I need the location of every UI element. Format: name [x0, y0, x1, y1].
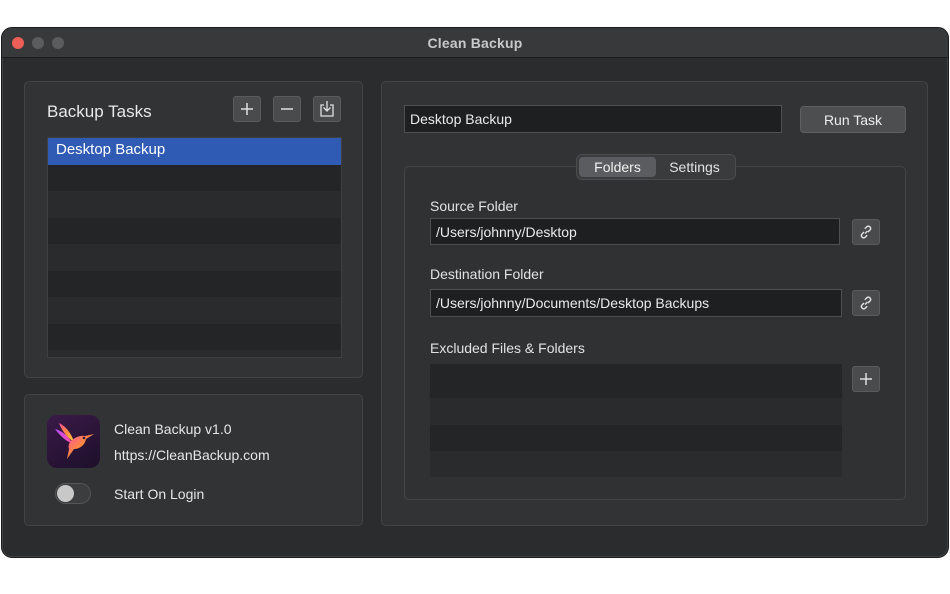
import-icon [320, 101, 334, 117]
task-list-empty-row [48, 164, 341, 191]
zoom-window-button[interactable] [52, 37, 64, 49]
task-list-empty-row [48, 270, 341, 297]
app-logo [47, 415, 100, 468]
hummingbird-icon [55, 423, 94, 459]
task-list-empty-row [48, 191, 341, 218]
source-folder-input[interactable] [430, 218, 840, 245]
plus-icon [860, 373, 872, 385]
task-list-empty-row [48, 217, 341, 244]
tab-folders[interactable]: Folders [579, 157, 656, 177]
excluded-list-empty-row [430, 364, 842, 398]
add-task-button[interactable] [233, 96, 261, 122]
window-title: Clean Backup [427, 34, 523, 51]
link-icon [860, 225, 872, 239]
excluded-list-empty-row [430, 424, 842, 451]
close-window-button[interactable] [12, 37, 24, 49]
backup-tasks-panel: Backup Tasks Desktop Backup [24, 81, 363, 378]
task-list-item[interactable]: Desktop Backup [48, 138, 341, 165]
toggle-knob [57, 485, 74, 502]
app-website-link[interactable]: https://CleanBackup.com [114, 447, 270, 463]
excluded-items-label: Excluded Files & Folders [430, 340, 585, 356]
task-list[interactable]: Desktop Backup [47, 137, 342, 358]
add-excluded-item-button[interactable] [852, 366, 880, 392]
tab-settings[interactable]: Settings [656, 157, 733, 177]
minimize-window-button[interactable] [32, 37, 44, 49]
task-list-empty-row [48, 244, 341, 271]
excluded-items-list[interactable] [430, 364, 842, 477]
backup-tasks-heading: Backup Tasks [47, 102, 152, 121]
title-bar[interactable]: Clean Backup [2, 28, 948, 58]
import-task-button[interactable] [313, 96, 341, 122]
choose-source-button[interactable] [852, 219, 880, 245]
tab-switcher: Folders Settings [576, 154, 736, 180]
app-window: Clean Backup Backup Tasks Desktop Backup [1, 27, 949, 558]
run-task-button[interactable]: Run Task [800, 106, 906, 133]
start-on-login-toggle[interactable] [55, 483, 91, 504]
about-panel: Clean Backup v1.0 https://CleanBackup.co… [24, 394, 363, 526]
task-list-empty-row [48, 297, 341, 324]
minus-icon [281, 108, 293, 110]
task-list-empty-row [48, 323, 341, 350]
task-detail-panel: Run Task Folders Settings Source Folder … [381, 81, 928, 526]
link-icon [860, 296, 872, 310]
choose-destination-button[interactable] [852, 290, 880, 316]
task-name-input[interactable] [404, 105, 782, 133]
remove-task-button[interactable] [273, 96, 301, 122]
app-version: Clean Backup v1.0 [114, 421, 232, 437]
excluded-list-empty-row [430, 451, 842, 477]
source-folder-label: Source Folder [430, 198, 518, 214]
excluded-list-empty-row [430, 398, 842, 425]
plus-icon [241, 103, 253, 115]
destination-folder-input[interactable] [430, 289, 842, 317]
start-on-login-label: Start On Login [114, 486, 205, 502]
task-list-empty-row [48, 350, 341, 357]
destination-folder-label: Destination Folder [430, 266, 544, 282]
